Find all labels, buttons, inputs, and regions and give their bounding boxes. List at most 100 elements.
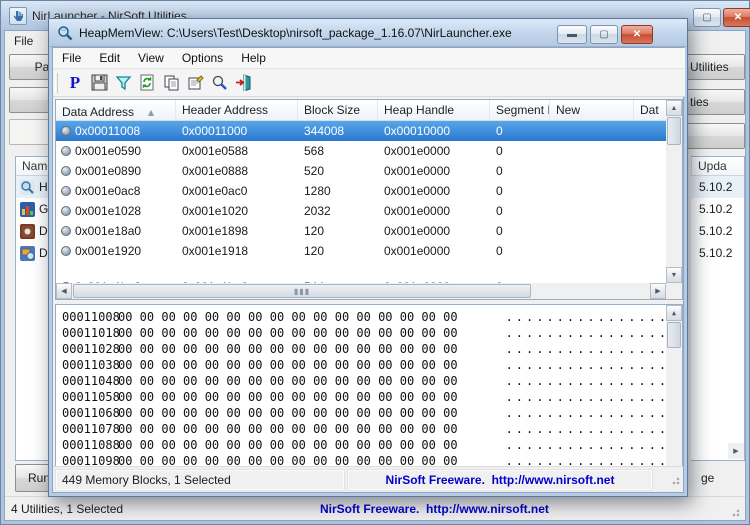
find-button[interactable] [207, 71, 231, 95]
list-scroll-thumb[interactable] [667, 117, 681, 145]
heapmemview-statusbar: 449 Memory Blocks, 1 Selected NirSoft Fr… [53, 466, 683, 492]
list-scroll-right-arrow[interactable]: ▶ [728, 443, 744, 459]
select-process-button[interactable]: P [63, 71, 87, 95]
find-icon [211, 74, 228, 91]
magnifier-icon [20, 180, 35, 195]
refresh-button[interactable] [135, 71, 159, 95]
column-header-heap-handle[interactable]: Heap Handle [378, 100, 490, 121]
filter-icon [115, 74, 132, 91]
list-item-gdiview[interactable]: GDI [16, 198, 49, 220]
save-button[interactable] [87, 71, 111, 95]
heapmemview-titlebar[interactable]: HeapMemView: C:\Users\Test\Desktop\nirso… [49, 19, 687, 47]
hex-line: 0001103800 00 00 00 00 00 00 00 00 00 00… [56, 357, 666, 373]
list-horizontal-scrollbar[interactable]: ◀ ▮▮▮ ▶ [56, 283, 666, 299]
scroll-left-arrow[interactable]: ◀ [56, 283, 72, 299]
table-row[interactable]: 0x001e18a0 0x001e1898 120 0x001e0000 0 [56, 221, 666, 241]
list-rows: 0x00011008 0x00011000 344008 0x00010000 … [56, 121, 666, 277]
table-row[interactable]: 0x001e0890 0x001e0888 520 0x001e0000 0 [56, 161, 666, 181]
heapmemview-toolbar: P [53, 69, 685, 97]
toolbar-grip[interactable] [55, 73, 58, 93]
list-vertical-scrollbar[interactable]: ▲ ▼ [666, 100, 682, 283]
block-icon [61, 246, 71, 256]
column-header-block-size[interactable]: Block Size [298, 100, 378, 121]
heapmemview-maximize-button[interactable]: ▢ [590, 25, 618, 44]
refresh-icon [139, 74, 156, 91]
menu-file[interactable]: File [53, 48, 90, 68]
select-process-icon: P [70, 73, 80, 93]
nirlauncher-menu-file[interactable]: File [5, 32, 42, 50]
exit-icon [235, 74, 252, 91]
hex-line: 0001102800 00 00 00 00 00 00 00 00 00 00… [56, 341, 666, 357]
nirlauncher-resize-grip[interactable] [729, 506, 741, 518]
hex-line: 0001100800 00 00 00 00 00 00 00 00 00 00… [56, 309, 666, 325]
run-button[interactable]: Run [15, 464, 49, 492]
scroll-down-arrow[interactable]: ▼ [666, 267, 682, 283]
nirlauncher-tab-blank[interactable] [681, 123, 745, 149]
nirlauncher-tab-utilities[interactable]: Utilities [681, 54, 745, 80]
properties-button[interactable] [183, 71, 207, 95]
nirlauncher-close-button[interactable]: ✕ [723, 8, 750, 27]
table-row[interactable]: 0x001e0ac8 0x001e0ac0 1280 0x001e0000 0 [56, 181, 666, 201]
copy-button[interactable] [159, 71, 183, 95]
nirlauncher-tab-ties[interactable]: ties [681, 89, 745, 115]
hex-line: 0001104800 00 00 00 00 00 00 00 00 00 00… [56, 373, 666, 389]
exit-button[interactable] [231, 71, 255, 95]
memory-blocks-list: Data Address ▴ Header Address Block Size… [55, 99, 683, 300]
menu-help[interactable]: Help [232, 48, 275, 68]
scrollbar-corner [666, 283, 682, 299]
column-header-segment[interactable]: Segment I... [490, 100, 550, 121]
nirlauncher-restore-button[interactable]: ▢ [693, 8, 721, 27]
heapmemview-menubar: File Edit View Options Help [53, 48, 685, 69]
scroll-up-arrow[interactable]: ▲ [666, 100, 682, 116]
heapmemview-resize-grip[interactable] [669, 474, 681, 486]
nirlauncher-app-icon [9, 7, 27, 25]
nirlauncher-status-text: 4 Utilities, 1 Selected [5, 502, 123, 516]
heapmemview-window: HeapMemView: C:\Users\Test\Desktop\nirso… [48, 18, 688, 497]
block-icon [61, 126, 71, 136]
hex-lines[interactable]: 0001100800 00 00 00 00 00 00 00 00 00 00… [56, 305, 666, 483]
name-column-header[interactable]: Name [16, 157, 49, 176]
nirlauncher-nirsoft-link[interactable]: NirSoft Freeware. http://www.nirsoft.net [320, 502, 549, 516]
screen: NirLauncher - NirSoft Utilities ▢ ✕ File… [0, 0, 750, 525]
filter-button[interactable] [111, 71, 135, 95]
table-row[interactable]: 0x001e0590 0x001e0588 568 0x001e0000 0 [56, 141, 666, 161]
updated-cell: 5.10.2 [691, 242, 744, 264]
menu-view[interactable]: View [129, 48, 173, 68]
updated-cell: 5.10.2 [691, 176, 744, 198]
dll-icon [20, 224, 35, 239]
table-row[interactable]: 0x001e1028 0x001e1020 2032 0x001e0000 0 [56, 201, 666, 221]
column-header-data-address[interactable]: Data Address ▴ [56, 100, 176, 121]
table-row[interactable]: 0x001e1920 0x001e1918 120 0x001e0000 0 [56, 241, 666, 261]
heapmemview-close-button[interactable]: ✕ [621, 25, 653, 44]
list-item-devmanview[interactable]: Dev [16, 242, 49, 264]
save-icon [91, 74, 108, 91]
block-icon [61, 226, 71, 236]
updated-cell: 5.10.2 [691, 220, 744, 242]
heapmemview-app-icon [57, 25, 73, 41]
table-row[interactable]: 0x00011008 0x00011000 344008 0x00010000 … [56, 121, 666, 141]
list-item-dll[interactable]: DLL [16, 220, 49, 242]
hex-line: 0001106800 00 00 00 00 00 00 00 00 00 00… [56, 405, 666, 421]
webpage-button-fragment[interactable]: ge [701, 471, 714, 485]
nirlauncher-statusbar: 4 Utilities, 1 Selected NirSoft Freeware… [5, 496, 745, 520]
updated-cell: 5.10.2 [691, 198, 744, 220]
hex-vertical-scrollbar[interactable]: ▲ ▼ [666, 305, 682, 483]
heapmemview-title: HeapMemView: C:\Users\Test\Desktop\nirso… [79, 26, 512, 40]
column-header-dat[interactable]: Dat [634, 100, 666, 121]
updated-column-header[interactable]: Upda [691, 157, 744, 176]
scroll-right-arrow[interactable]: ▶ [650, 283, 666, 299]
column-header-new[interactable]: New [550, 100, 634, 121]
block-icon [61, 186, 71, 196]
scroll-up-arrow[interactable]: ▲ [666, 305, 682, 321]
column-header-header-address[interactable]: Header Address [176, 100, 298, 121]
hex-scroll-thumb[interactable] [667, 322, 681, 348]
heapmemview-nirsoft-link[interactable]: NirSoft Freeware. http://www.nirsoft.net [347, 469, 653, 491]
properties-icon [187, 74, 204, 91]
hex-line: 0001101800 00 00 00 00 00 00 00 00 00 00… [56, 325, 666, 341]
menu-edit[interactable]: Edit [90, 48, 129, 68]
menu-options[interactable]: Options [173, 48, 232, 68]
list-item-heapmemview[interactable]: Hea [16, 176, 49, 198]
list-hscroll-thumb[interactable]: ▮▮▮ [73, 284, 531, 298]
copy-icon [163, 74, 180, 91]
heapmemview-minimize-button[interactable]: ▬ [557, 25, 587, 44]
